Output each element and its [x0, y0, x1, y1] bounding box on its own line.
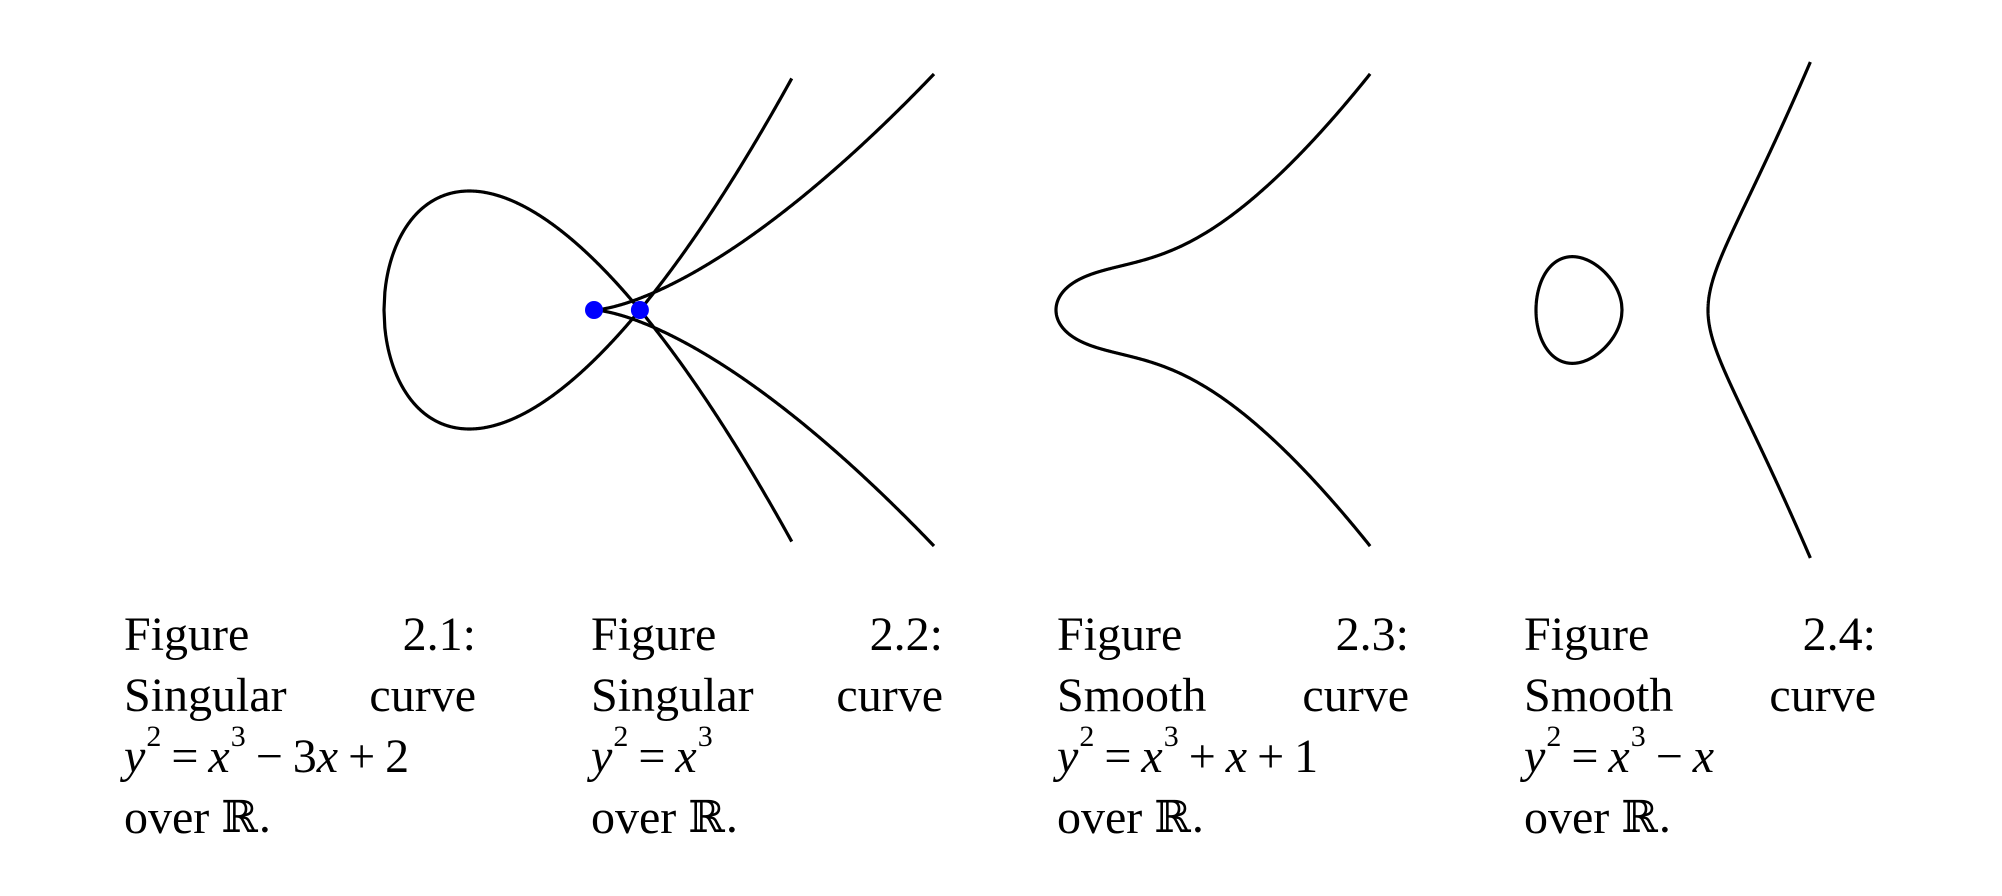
- variable: x: [1141, 730, 1163, 783]
- operator: =: [171, 730, 199, 783]
- caption-text: over: [124, 791, 210, 844]
- field-symbol: ℝ.: [221, 792, 272, 843]
- figure-label: Figure: [1524, 608, 1650, 661]
- field-symbol: ℝ.: [1621, 792, 1672, 843]
- caption-line: over ℝ.: [124, 787, 476, 848]
- variable: y: [591, 730, 613, 783]
- curve-figure-2-4-oval: [1534, 255, 1624, 365]
- field-symbol: ℝ.: [688, 792, 739, 843]
- caption-text: over: [591, 791, 677, 844]
- exponent: 2: [146, 720, 162, 753]
- exponent: 2: [1546, 720, 1562, 753]
- caption-text: curve: [1769, 669, 1876, 722]
- caption-text: curve: [836, 669, 943, 722]
- caption-line: Singular curve: [591, 665, 943, 726]
- operator: =: [1571, 730, 1599, 783]
- figure-caption: Figure 2.1: Singular curve y 2 = x 3−3 x +2 over ℝ.: [124, 604, 476, 848]
- operator: +: [1188, 730, 1216, 783]
- caption-text: over: [1524, 791, 1610, 844]
- variable: y: [1524, 730, 1546, 783]
- figure-number: 2.2:: [869, 608, 943, 661]
- exponent: 2: [613, 720, 629, 753]
- operator: +: [348, 730, 376, 783]
- variable: x: [1225, 730, 1248, 783]
- caption-line: Figure 2.4:: [1524, 604, 1876, 665]
- operator: =: [1104, 730, 1132, 783]
- operator: =: [638, 730, 666, 783]
- constant: 3: [292, 730, 317, 783]
- exponent: 2: [1079, 720, 1095, 753]
- caption-line: over ℝ.: [1524, 787, 1876, 848]
- variable: x: [1608, 730, 1630, 783]
- figure-label: Figure: [124, 608, 250, 661]
- exponent: 3: [1630, 720, 1646, 753]
- figure-number: 2.1:: [402, 608, 476, 661]
- field-symbol: ℝ.: [1154, 792, 1205, 843]
- caption-line: Singular curve: [124, 665, 476, 726]
- variable: y: [1057, 730, 1079, 783]
- variable: y: [124, 730, 146, 783]
- operator: +: [1257, 730, 1285, 783]
- exponent: 3: [697, 720, 713, 753]
- constant: 2: [385, 730, 410, 783]
- exponent: 3: [1163, 720, 1179, 753]
- figure-label: Figure: [591, 608, 717, 661]
- caption-line: over ℝ.: [591, 787, 943, 848]
- caption-line: Figure 2.3:: [1057, 604, 1409, 665]
- variable: x: [675, 730, 697, 783]
- equation: y 2 = x 3 + x +1: [1057, 720, 1409, 787]
- operator: −: [255, 730, 283, 783]
- curve-figure-2-4-branch: [1706, 61, 1812, 559]
- figure-number: 2.4:: [1802, 608, 1876, 661]
- figure-label: Figure: [1057, 608, 1183, 661]
- caption-line: over ℝ.: [1057, 787, 1409, 848]
- exponent: 3: [230, 720, 246, 753]
- caption-text: curve: [369, 669, 476, 722]
- figure-number: 2.3:: [1335, 608, 1409, 661]
- variable: x: [316, 730, 339, 783]
- figure-caption: Figure 2.2: Singular curve y 2 = x 3 over ℝ.: [591, 604, 943, 848]
- constant: 1: [1294, 730, 1319, 783]
- curve-figure-2-3: [1054, 72, 1372, 548]
- figure-caption: Figure 2.3: Smooth curve y 2 = x 3 + x +1 over ℝ.: [1057, 604, 1409, 848]
- caption-line: Smooth curve: [1057, 665, 1409, 726]
- singular-point-marker: [585, 301, 603, 319]
- caption-line: Figure 2.1:: [124, 604, 476, 665]
- variable: x: [1692, 730, 1715, 783]
- caption-text: curve: [1302, 669, 1409, 722]
- variable: x: [208, 730, 230, 783]
- equation: y 2 = x 3− x: [1524, 720, 1876, 787]
- equation: y 2 = x 3: [591, 720, 943, 787]
- caption-line: Figure 2.2:: [591, 604, 943, 665]
- caption-line: Smooth curve: [1524, 665, 1876, 726]
- figure-caption: Figure 2.4: Smooth curve y 2 = x 3− x over ℝ.: [1524, 604, 1876, 848]
- caption-text: over: [1057, 791, 1143, 844]
- singular-point-marker: [630, 301, 649, 319]
- operator: −: [1655, 730, 1683, 783]
- equation: y 2 = x 3−3 x +2: [124, 720, 476, 787]
